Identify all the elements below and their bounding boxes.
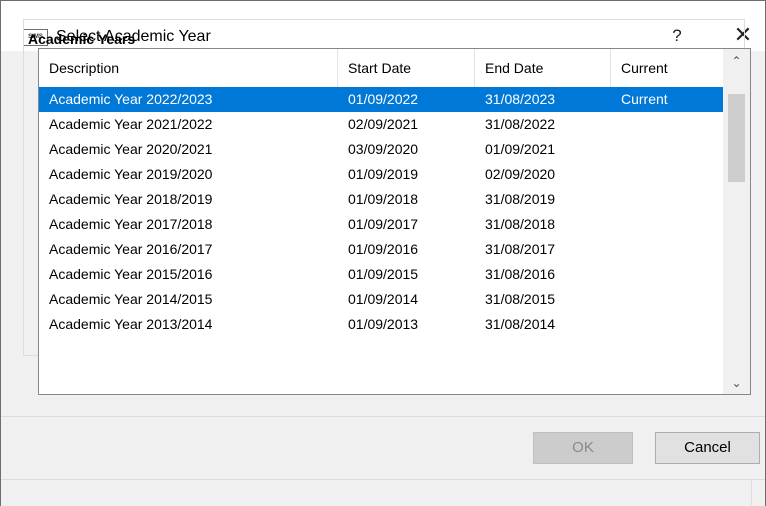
academic-years-list[interactable]: Description Start Date End Date Current … bbox=[38, 48, 751, 395]
cell-start-date: 01/09/2014 bbox=[348, 291, 419, 307]
table-row[interactable]: Academic Year 2017/2018 01/09/2017 31/08/2… bbox=[39, 212, 723, 237]
table-row[interactable]: Academic Year 2022/2023 01/09/2022 31/08/2… bbox=[39, 87, 723, 112]
cell-start-date: 02/09/2021 bbox=[348, 116, 419, 132]
cell-end-date: 02/09/2020 bbox=[485, 166, 556, 182]
cell-start-date: 01/09/2018 bbox=[348, 191, 419, 207]
column-header-start-date[interactable]: Start Date bbox=[338, 49, 475, 87]
select-academic-year-dialog: SIMS Select Academic Year ? ✕ Academic Y… bbox=[0, 0, 766, 506]
cell-description: Academic Year 2017/2018 bbox=[49, 216, 213, 232]
cell-end-date: 31/08/2018 bbox=[485, 216, 556, 232]
cell-description: Academic Year 2016/2017 bbox=[49, 241, 213, 257]
cell-current: Current bbox=[621, 91, 668, 107]
status-bar bbox=[1, 479, 765, 506]
vertical-scrollbar[interactable]: ⌃ ⌄ bbox=[723, 49, 750, 394]
table-row[interactable]: Academic Year 2013/2014 01/09/2013 31/08/2… bbox=[39, 312, 723, 337]
cell-start-date: 01/09/2017 bbox=[348, 216, 419, 232]
table-row[interactable]: Academic Year 2016/2017 01/09/2016 31/08/2… bbox=[39, 237, 723, 262]
list-header: Description Start Date End Date Current bbox=[39, 49, 723, 87]
cancel-button[interactable]: Cancel bbox=[655, 432, 760, 464]
cell-start-date: 03/09/2020 bbox=[348, 141, 419, 157]
cell-end-date: 01/09/2021 bbox=[485, 141, 556, 157]
cell-description: Academic Year 2018/2019 bbox=[49, 191, 213, 207]
academic-years-label: Academic Years bbox=[28, 31, 136, 47]
cell-start-date: 01/09/2013 bbox=[348, 316, 419, 332]
ok-button[interactable]: OK bbox=[533, 432, 633, 464]
table-row[interactable]: Academic Year 2021/2022 02/09/2021 31/08/2… bbox=[39, 112, 723, 137]
cell-description: Academic Year 2019/2020 bbox=[49, 166, 213, 182]
column-header-current[interactable]: Current bbox=[611, 49, 723, 87]
cell-end-date: 31/08/2022 bbox=[485, 116, 556, 132]
cell-end-date: 31/08/2015 bbox=[485, 291, 556, 307]
status-bar-divider bbox=[751, 479, 752, 505]
cell-start-date: 01/09/2019 bbox=[348, 166, 419, 182]
table-row[interactable]: Academic Year 2014/2015 01/09/2014 31/08/2… bbox=[39, 287, 723, 312]
cell-start-date: 01/09/2022 bbox=[348, 91, 419, 107]
column-header-end-date[interactable]: End Date bbox=[475, 49, 611, 87]
cell-end-date: 31/08/2019 bbox=[485, 191, 556, 207]
table-row[interactable]: Academic Year 2019/2020 01/09/2019 02/09/2… bbox=[39, 162, 723, 187]
table-row[interactable]: Academic Year 2020/2021 03/09/2020 01/09/2… bbox=[39, 137, 723, 162]
cell-description: Academic Year 2020/2021 bbox=[49, 141, 213, 157]
cell-start-date: 01/09/2016 bbox=[348, 241, 419, 257]
cell-end-date: 31/08/2016 bbox=[485, 266, 556, 282]
cell-end-date: 31/08/2023 bbox=[485, 91, 556, 107]
scrollbar-thumb[interactable] bbox=[728, 94, 745, 182]
cell-description: Academic Year 2021/2022 bbox=[49, 116, 213, 132]
cell-end-date: 31/08/2017 bbox=[485, 241, 556, 257]
cell-description: Academic Year 2014/2015 bbox=[49, 291, 213, 307]
cell-description: Academic Year 2015/2016 bbox=[49, 266, 213, 282]
column-header-description[interactable]: Description bbox=[39, 49, 338, 87]
cell-description: Academic Year 2022/2023 bbox=[49, 91, 213, 107]
cell-description: Academic Year 2013/2014 bbox=[49, 316, 213, 332]
chevron-down-icon[interactable]: ⌄ bbox=[723, 373, 750, 393]
chevron-up-icon[interactable]: ⌃ bbox=[723, 51, 750, 71]
cell-end-date: 31/08/2014 bbox=[485, 316, 556, 332]
table-row[interactable]: Academic Year 2015/2016 01/09/2015 31/08/2… bbox=[39, 262, 723, 287]
table-row[interactable]: Academic Year 2018/2019 01/09/2018 31/08/2… bbox=[39, 187, 723, 212]
cell-start-date: 01/09/2015 bbox=[348, 266, 419, 282]
